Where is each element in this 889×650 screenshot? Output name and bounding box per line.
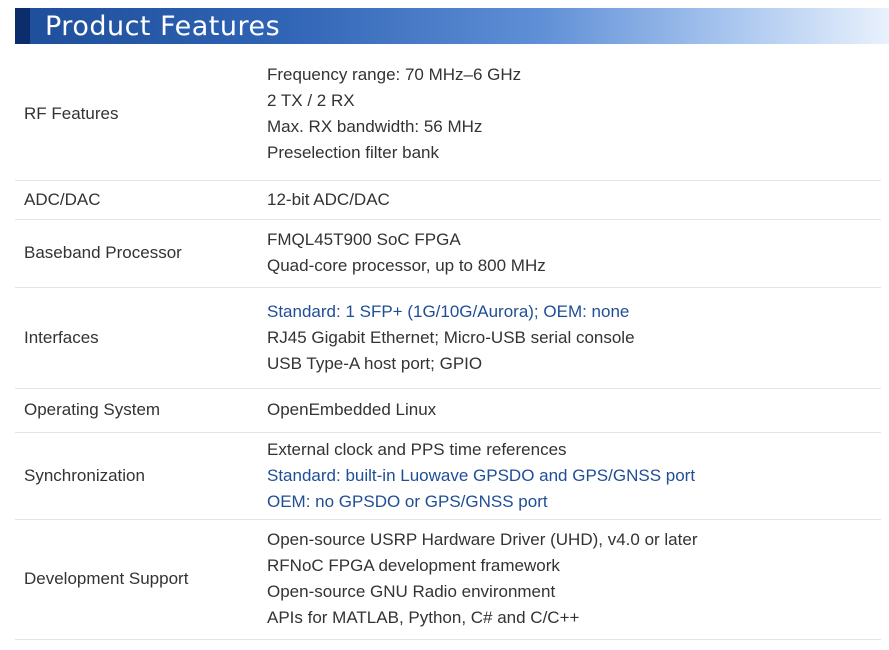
value-line: APIs for MATLAB, Python, C# and C/C++ — [267, 608, 580, 627]
row-value: Frequency range: 70 MHz–6 GHz 2 TX / 2 R… — [267, 48, 881, 181]
value-line-highlight: Standard: built-in Luowave GPSDO and GPS… — [267, 465, 696, 485]
row-label: Baseband Processor — [15, 219, 267, 288]
value-line-highlight: Standard: 1 SFP+ (1G/10G/Aurora); OEM: n… — [267, 301, 630, 321]
row-label: Synchronization — [15, 432, 267, 520]
table-row: Interfaces Standard: 1 SFP+ (1G/10G/Auro… — [15, 287, 881, 389]
value-line: RJ45 Gigabit Ethernet; Micro-USB serial … — [267, 327, 635, 347]
value-line: RFNoC FPGA development framework — [267, 556, 560, 575]
value-line: Open-source GNU Radio environment — [267, 582, 556, 601]
row-label: ADC/DAC — [15, 180, 267, 220]
value-line: Open-source USRP Hardware Driver (UHD), … — [267, 530, 698, 549]
row-value: OpenEmbedded Linux — [267, 388, 881, 433]
value-line: External clock and PPS time references — [267, 439, 567, 459]
row-value: FMQL45T900 SoC FPGA Quad-core processor,… — [267, 219, 881, 288]
table-row: RF Features Frequency range: 70 MHz–6 GH… — [15, 48, 881, 181]
table-row: Development Support Open-source USRP Har… — [15, 519, 881, 640]
value-line: 12-bit ADC/DAC — [267, 189, 390, 209]
section-header: Product Features — [15, 8, 889, 44]
row-label: Development Support — [15, 519, 267, 640]
value-line: OpenEmbedded Linux — [267, 400, 437, 419]
value-line: Preselection filter bank — [267, 142, 439, 162]
value-line: USB Type-A host port; GPIO — [267, 353, 483, 373]
table-row: Synchronization External clock and PPS t… — [15, 432, 881, 520]
row-value: 12-bit ADC/DAC — [267, 180, 881, 220]
value-line: FMQL45T900 SoC FPGA — [267, 230, 461, 249]
section-title: Product Features — [45, 11, 281, 42]
row-value: Standard: 1 SFP+ (1G/10G/Aurora); OEM: n… — [267, 287, 881, 389]
row-label: RF Features — [15, 48, 267, 181]
header-accent-block — [15, 8, 30, 44]
table-row: Operating System OpenEmbedded Linux — [15, 388, 881, 433]
features-table: RF Features Frequency range: 70 MHz–6 GH… — [15, 48, 881, 640]
value-line: 2 TX / 2 RX — [267, 90, 355, 110]
row-label: Interfaces — [15, 287, 267, 389]
row-value: External clock and PPS time references S… — [267, 432, 881, 520]
table-row: Baseband Processor FMQL45T900 SoC FPGA Q… — [15, 219, 881, 288]
value-line: Max. RX bandwidth: 56 MHz — [267, 116, 483, 136]
row-label: Operating System — [15, 388, 267, 433]
row-value: Open-source USRP Hardware Driver (UHD), … — [267, 519, 881, 640]
value-line: Frequency range: 70 MHz–6 GHz — [267, 64, 522, 84]
value-line: Quad-core processor, up to 800 MHz — [267, 256, 546, 275]
value-line-highlight: OEM: no GPSDO or GPS/GNSS port — [267, 491, 548, 511]
table-row: ADC/DAC 12-bit ADC/DAC — [15, 180, 881, 220]
